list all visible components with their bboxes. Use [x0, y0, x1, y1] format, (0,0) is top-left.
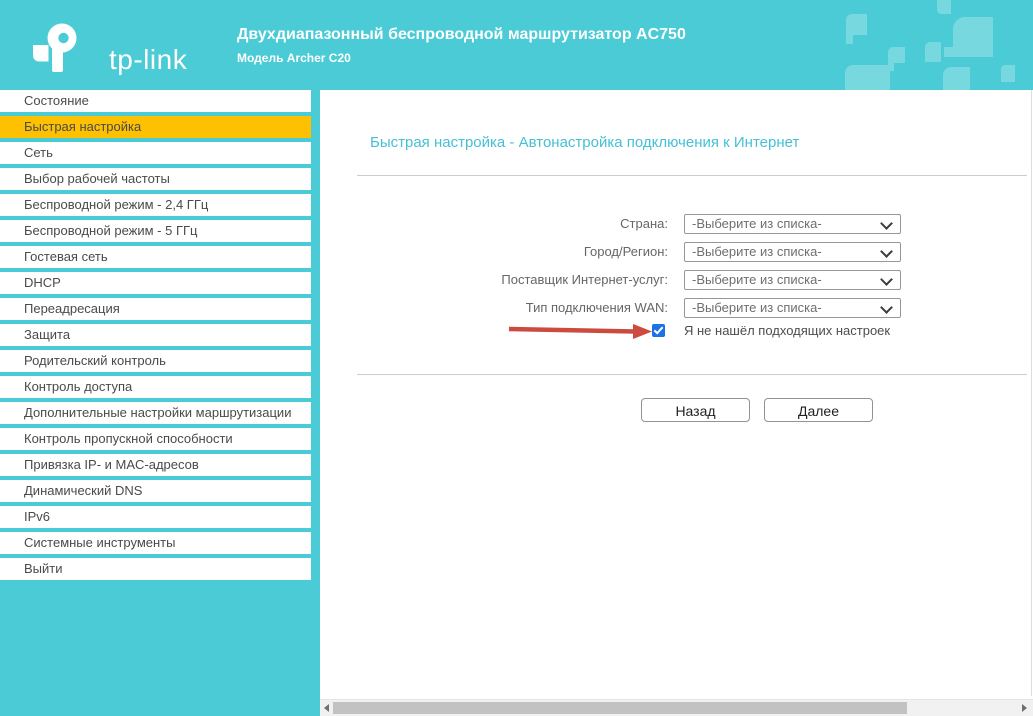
sidebar-item-wireless-24ghz[interactable]: Беспроводной режим - 2,4 ГГц — [0, 194, 311, 216]
chevron-down-icon — [880, 273, 893, 286]
tp-link-wordmark: tp-link — [109, 44, 187, 76]
scrollbar-thumb[interactable] — [333, 702, 907, 714]
sidebar-item-forwarding[interactable]: Переадресация — [0, 298, 311, 320]
header: tp-link Двухдиапазонный беспроводной мар… — [0, 0, 1033, 90]
content-right-edge — [1031, 90, 1032, 696]
form-row-country: Страна: -Выберите из списка- — [320, 214, 1033, 234]
sidebar-item-security[interactable]: Защита — [0, 324, 311, 346]
sidebar-item-quick-setup[interactable]: Быстрая настройка — [0, 116, 311, 138]
not-found-checkbox[interactable] — [652, 324, 665, 337]
sidebar-item-frequency-select[interactable]: Выбор рабочей частоты — [0, 168, 311, 190]
form-row-wan-type: Тип подключения WAN: -Выберите из списка… — [320, 298, 1033, 318]
country-label: Страна: — [320, 214, 668, 234]
city-select-value: -Выберите из списка- — [692, 244, 822, 259]
scroll-left-icon[interactable] — [324, 704, 329, 712]
sidebar-item-ipv6[interactable]: IPv6 — [0, 506, 311, 528]
sidebar-item-access-control[interactable]: Контроль доступа — [0, 376, 311, 398]
chevron-down-icon — [880, 217, 893, 230]
sidebar-item-parental-control[interactable]: Родительский контроль — [0, 350, 311, 372]
wan-type-select[interactable]: -Выберите из списка- — [684, 298, 901, 318]
sidebar-item-guest-network[interactable]: Гостевая сеть — [0, 246, 311, 268]
chevron-down-icon — [880, 301, 893, 314]
isp-label: Поставщик Интернет-услуг: — [320, 270, 668, 290]
sidebar-item-network[interactable]: Сеть — [0, 142, 311, 164]
sidebar-menu: Состояние Быстрая настройка Сеть Выбор р… — [0, 90, 320, 716]
isp-select-value: -Выберите из списка- — [692, 272, 822, 287]
sidebar-item-system-tools[interactable]: Системные инструменты — [0, 532, 311, 554]
sidebar-item-dhcp[interactable]: DHCP — [0, 272, 311, 294]
separator-bottom — [357, 374, 1027, 375]
form-row-city: Город/Регион: -Выберите из списка- — [320, 242, 1033, 262]
separator-top — [357, 175, 1027, 176]
sidebar-item-dynamic-dns[interactable]: Динамический DNS — [0, 480, 311, 502]
country-select-value: -Выберите из списка- — [692, 216, 822, 231]
main-content: Быстрая настройка - Автонастройка подклю… — [320, 90, 1033, 716]
checkmark-icon — [654, 324, 664, 334]
isp-select[interactable]: -Выберите из списка- — [684, 270, 901, 290]
city-region-select[interactable]: -Выберите из списка- — [684, 242, 901, 262]
country-select[interactable]: -Выберите из списка- — [684, 214, 901, 234]
tp-link-logo: tp-link — [33, 17, 233, 77]
sidebar-item-wireless-5ghz[interactable]: Беспроводной режим - 5 ГГц — [0, 220, 311, 242]
next-button[interactable]: Далее — [764, 398, 873, 422]
back-button[interactable]: Назад — [641, 398, 750, 422]
sidebar-item-advanced-routing[interactable]: Дополнительные настройки маршрутизации — [0, 402, 311, 424]
settings-not-found-row: Я не нашёл подходящих настроек — [320, 324, 1033, 340]
city-label: Город/Регион: — [320, 242, 668, 262]
form-row-isp: Поставщик Интернет-услуг: -Выберите из с… — [320, 270, 1033, 290]
not-found-checkbox-label: Я не нашёл подходящих настроек — [684, 324, 890, 338]
tp-link-logo-icon — [33, 60, 81, 77]
sidebar-item-status[interactable]: Состояние — [0, 90, 311, 112]
router-model-title: Двухдиапазонный беспроводной маршрутизат… — [237, 26, 686, 44]
chevron-down-icon — [880, 245, 893, 258]
sidebar-item-logout[interactable]: Выйти — [0, 558, 311, 580]
scroll-right-icon[interactable] — [1022, 704, 1027, 712]
horizontal-scrollbar[interactable] — [320, 699, 1033, 716]
sidebar-item-ip-mac-binding[interactable]: Привязка IP- и MAC-адресов — [0, 454, 311, 476]
sidebar-item-bandwidth-control[interactable]: Контроль пропускной способности — [0, 428, 311, 450]
wan-type-select-value: -Выберите из списка- — [692, 300, 822, 315]
page-title: Быстрая настройка - Автонастройка подклю… — [370, 134, 799, 151]
router-model-subtitle: Модель Archer C20 — [237, 51, 686, 65]
wan-type-label: Тип подключения WAN: — [320, 298, 668, 318]
